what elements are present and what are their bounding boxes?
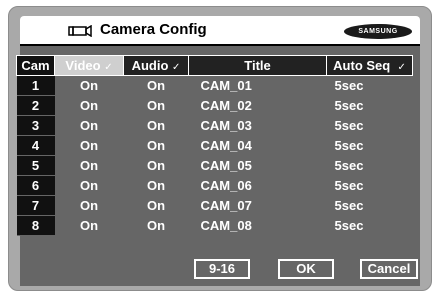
video-cell[interactable]: On	[54, 155, 124, 176]
seq-cell[interactable]: 5sec	[326, 75, 413, 96]
video-cell[interactable]: On	[54, 215, 124, 236]
cam-number: 5	[16, 155, 55, 176]
table-row: 2 On On CAM_02 5sec	[16, 95, 413, 116]
seq-cell[interactable]: 5sec	[326, 215, 413, 236]
table-row: 3 On On CAM_03 5sec	[16, 115, 413, 136]
seq-cell[interactable]: 5sec	[326, 115, 413, 136]
audio-cell[interactable]: On	[123, 75, 189, 96]
audio-cell[interactable]: On	[123, 195, 189, 216]
seq-cell[interactable]: 5sec	[326, 135, 413, 156]
audio-cell[interactable]: On	[123, 215, 189, 236]
video-cell[interactable]: On	[54, 115, 124, 136]
ok-button[interactable]: OK	[278, 259, 334, 279]
video-cell[interactable]: On	[54, 135, 124, 156]
camera-icon	[68, 25, 92, 37]
seq-cell[interactable]: 5sec	[326, 95, 413, 116]
cam-number: 3	[16, 115, 55, 136]
audio-cell[interactable]: On	[123, 115, 189, 136]
cam-number: 8	[16, 215, 55, 236]
audio-cell[interactable]: On	[123, 155, 189, 176]
title-cell[interactable]: CAM_04	[188, 135, 327, 156]
title-cell[interactable]: CAM_02	[188, 95, 327, 116]
samsung-logo: SAMSUNG	[344, 24, 412, 39]
cam-number: 1	[16, 75, 55, 96]
table-row: 1 On On CAM_01 5sec	[16, 75, 413, 96]
seq-cell[interactable]: 5sec	[326, 195, 413, 216]
title-cell[interactable]: CAM_07	[188, 195, 327, 216]
audio-cell[interactable]: On	[123, 135, 189, 156]
video-cell[interactable]: On	[54, 75, 124, 96]
col-header-title: Title	[188, 55, 327, 76]
col-header-auto-seq[interactable]: Auto Seq ✓	[326, 55, 413, 76]
title-cell[interactable]: CAM_08	[188, 215, 327, 236]
table-row: 7 On On CAM_07 5sec	[16, 195, 413, 216]
col-header-video[interactable]: Video ✓	[54, 55, 124, 76]
col-header-cam: Cam	[16, 55, 55, 76]
cancel-button[interactable]: Cancel	[360, 259, 418, 279]
video-check-icon: ✓	[104, 62, 113, 73]
seq-cell[interactable]: 5sec	[326, 175, 413, 196]
title-bar: Camera Config SAMSUNG	[20, 16, 420, 46]
title-cell[interactable]: CAM_05	[188, 155, 327, 176]
next-page-button[interactable]: 9-16	[194, 259, 250, 279]
audio-check-icon: ✓	[172, 62, 181, 73]
window-title: Camera Config	[100, 21, 207, 38]
title-cell[interactable]: CAM_06	[188, 175, 327, 196]
table-row: 4 On On CAM_04 5sec	[16, 135, 413, 156]
cam-number: 4	[16, 135, 55, 156]
col-header-audio[interactable]: Audio ✓	[123, 55, 189, 76]
audio-cell[interactable]: On	[123, 95, 189, 116]
auto-seq-check-icon: ✓	[397, 62, 406, 73]
video-cell[interactable]: On	[54, 195, 124, 216]
audio-cell[interactable]: On	[123, 175, 189, 196]
title-cell[interactable]: CAM_01	[188, 75, 327, 96]
cam-number: 7	[16, 195, 55, 216]
video-cell[interactable]: On	[54, 95, 124, 116]
cam-number: 6	[16, 175, 55, 196]
title-cell[interactable]: CAM_03	[188, 115, 327, 136]
table-row: 6 On On CAM_06 5sec	[16, 175, 413, 196]
table-row: 8 On On CAM_08 5sec	[16, 215, 413, 236]
table-row: 5 On On CAM_05 5sec	[16, 155, 413, 176]
video-cell[interactable]: On	[54, 175, 124, 196]
cam-number: 2	[16, 95, 55, 116]
camera-config-table: Cam Video ✓ Audio ✓ Title Auto Seq ✓ 1 O…	[16, 55, 413, 236]
seq-cell[interactable]: 5sec	[326, 155, 413, 176]
